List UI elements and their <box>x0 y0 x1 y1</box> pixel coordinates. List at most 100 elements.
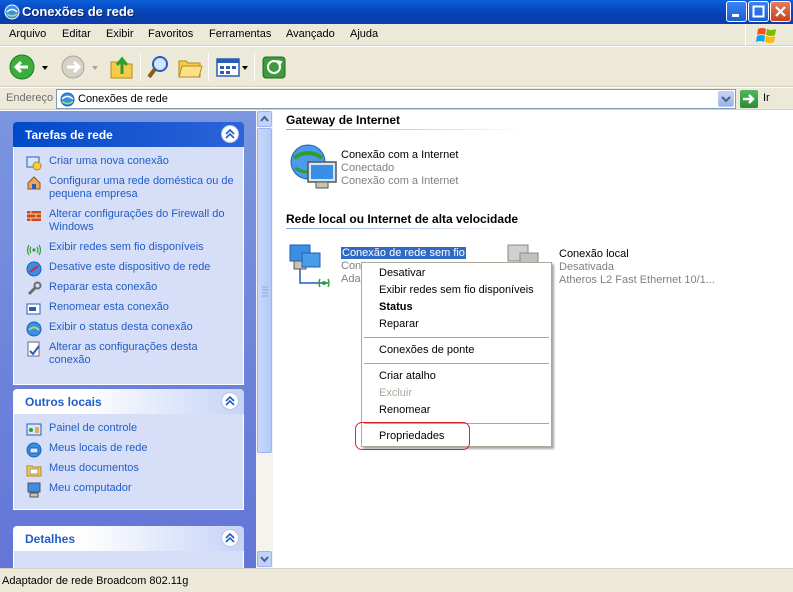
network-tasks-header[interactable]: Tarefas de rede <box>13 122 244 147</box>
views-button[interactable] <box>214 52 250 82</box>
place-label: Meus locais de rede <box>49 442 148 454</box>
task-home-network[interactable]: Configurar uma rede doméstica ou de pequ… <box>14 175 243 201</box>
maximize-icon <box>752 5 765 18</box>
chevron-down-icon <box>721 96 731 103</box>
rename-icon <box>26 303 41 315</box>
task-label: Desative este dispositivo de rede <box>49 261 211 273</box>
close-button[interactable] <box>770 1 791 22</box>
task-rename-connection[interactable]: Renomear esta conexão <box>14 301 243 315</box>
home-network-icon <box>27 176 41 190</box>
task-view-status[interactable]: Exibir o status desta conexão <box>14 321 243 337</box>
menu-ferramentas[interactable]: Ferramentas <box>209 28 271 40</box>
internet-gateway-icon <box>290 144 337 189</box>
folders-icon <box>178 60 203 78</box>
vertical-scrollbar[interactable] <box>256 111 273 568</box>
minimize-button[interactable] <box>726 1 747 22</box>
menu-arquivo[interactable]: Arquivo <box>9 28 46 40</box>
task-label: Alterar configurações do Firewall do Win… <box>49 208 225 233</box>
menu-avancado[interactable]: Avançado <box>286 28 335 40</box>
address-dropdown-button[interactable] <box>718 91 734 107</box>
network-tasks-body: Criar uma nova conexão Configurar uma re… <box>13 147 244 385</box>
collapse-button[interactable] <box>221 392 239 410</box>
views-icon <box>216 58 248 77</box>
place-label: Painel de controle <box>49 422 138 434</box>
firewall-icon <box>27 211 41 221</box>
go-label[interactable]: Ir <box>763 92 770 104</box>
details-body <box>13 551 244 568</box>
collapse-button[interactable] <box>221 529 239 547</box>
other-places-panel: Outros locais Painel de controle Meus lo… <box>13 389 244 510</box>
task-firewall-settings[interactable]: Alterar configurações do Firewall do Win… <box>14 208 243 234</box>
task-repair-connection[interactable]: Reparar esta conexão <box>14 281 243 296</box>
toolbar <box>0 47 793 87</box>
toolbar-separator <box>140 53 141 81</box>
up-folder-icon <box>110 56 133 79</box>
address-input[interactable]: Conexões de rede <box>56 89 736 109</box>
place-my-computer[interactable]: Meu computador <box>14 482 243 498</box>
menu-favoritos[interactable]: Favoritos <box>148 28 193 40</box>
go-button[interactable] <box>740 90 758 108</box>
place-my-documents[interactable]: Meus documentos <box>14 462 243 477</box>
task-pane: Tarefas de rede Criar uma nova conexão C… <box>0 111 256 568</box>
double-chevron-up-icon <box>225 129 235 139</box>
connection-name: Conexão local <box>559 248 629 260</box>
details-header[interactable]: Detalhes <box>13 526 244 551</box>
menu-editar[interactable]: Editar <box>62 28 91 40</box>
menu-item-create-shortcut[interactable]: Criar atalho <box>379 370 436 382</box>
search-icon <box>147 56 168 79</box>
other-places-title: Outros locais <box>25 395 102 409</box>
network-sync-button[interactable] <box>260 52 288 82</box>
address-label: Endereço <box>6 92 54 104</box>
task-disable-device[interactable]: Desative este dispositivo de rede <box>14 261 243 277</box>
group-divider <box>286 129 526 130</box>
task-label: Criar uma nova conexão <box>49 155 169 167</box>
task-change-settings[interactable]: Alterar as configurações desta conexão <box>14 341 243 367</box>
context-menu: Desativar Exibir redes sem fio disponíve… <box>361 262 552 447</box>
details-panel: Detalhes <box>13 526 244 568</box>
group-divider <box>286 228 526 229</box>
scroll-down-button[interactable] <box>257 551 272 567</box>
windows-flag-icon <box>756 28 776 43</box>
menu-item-bridge[interactable]: Conexões de ponte <box>379 344 474 356</box>
menu-item-disable[interactable]: Desativar <box>379 267 425 279</box>
collapse-button[interactable] <box>221 125 239 143</box>
connection-status: Desativada <box>559 261 615 273</box>
up-folder-button[interactable] <box>108 52 136 82</box>
menu-ajuda[interactable]: Ajuda <box>350 28 378 40</box>
menu-item-rename[interactable]: Renomear <box>379 404 430 416</box>
close-icon <box>775 6 786 17</box>
chevron-down-icon <box>260 556 269 563</box>
menu-item-status[interactable]: Status <box>379 301 413 313</box>
folders-button[interactable] <box>176 52 204 82</box>
other-places-header[interactable]: Outros locais <box>13 389 244 414</box>
wrench-icon <box>27 281 42 296</box>
forward-button[interactable] <box>60 52 102 82</box>
task-label: Exibir redes sem fio disponíveis <box>49 241 204 253</box>
place-control-panel[interactable]: Painel de controle <box>14 422 243 436</box>
task-create-connection[interactable]: Criar uma nova conexão <box>14 155 243 171</box>
back-button[interactable] <box>8 52 50 82</box>
task-view-wireless[interactable]: Exibir redes sem fio disponíveis <box>14 241 243 256</box>
maximize-button[interactable] <box>748 1 769 22</box>
disable-network-icon <box>26 261 42 277</box>
properties-icon <box>27 341 40 357</box>
task-label: Exibir o status desta conexão <box>49 321 193 333</box>
menu-item-repair[interactable]: Reparar <box>379 318 419 330</box>
properties-highlight-annotation <box>355 422 470 450</box>
scroll-thumb[interactable] <box>257 128 272 453</box>
place-label: Meus documentos <box>49 462 139 474</box>
network-places-icon <box>26 442 42 458</box>
place-my-network-places[interactable]: Meus locais de rede <box>14 442 243 458</box>
menu-exibir[interactable]: Exibir <box>106 28 134 40</box>
group-title-lan: Rede local ou Internet de alta velocidad… <box>286 212 519 226</box>
task-label: Reparar esta conexão <box>49 281 158 293</box>
new-connection-icon <box>26 156 42 171</box>
search-button[interactable] <box>145 52 173 82</box>
menu-item-view-wireless[interactable]: Exibir redes sem fio disponíveis <box>379 284 534 296</box>
network-tasks-panel: Tarefas de rede Criar uma nova conexão C… <box>13 122 244 385</box>
menu-separator <box>364 363 549 364</box>
address-value: Conexões de rede <box>78 93 168 105</box>
double-chevron-up-icon <box>225 533 235 543</box>
network-connections-icon <box>4 4 20 20</box>
scroll-up-button[interactable] <box>257 111 272 127</box>
